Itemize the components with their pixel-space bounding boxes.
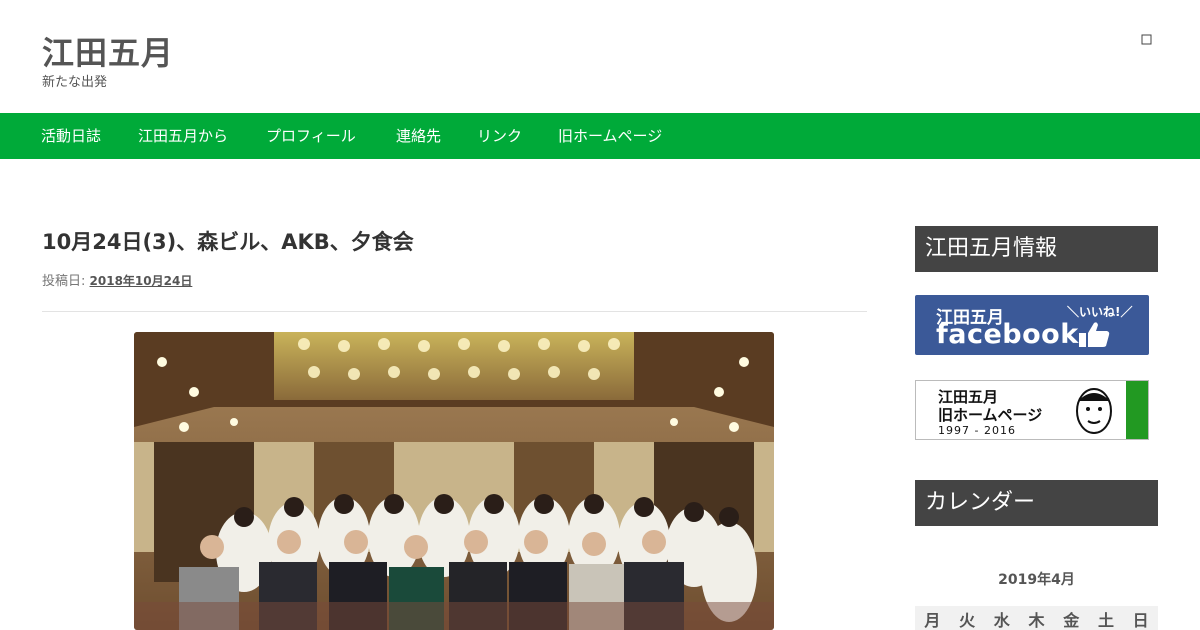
site-header: 江田五月 新たな出発 [0,0,1200,113]
weekday-fri: 金 [1063,611,1080,630]
nav-item-from-eda[interactable]: 江田五月から [138,113,228,159]
portrait-caricature-icon [1076,388,1112,434]
old-banner-years: 1997 - 2016 [938,424,1016,437]
weekday-mon: 月 [924,611,941,630]
site-description: 新たな出発 [42,75,108,90]
nav-item-activity-log[interactable]: 活動日誌 [41,113,101,159]
nav-item-old-homepage[interactable]: 旧ホームページ [558,113,662,159]
divider [42,311,867,312]
old-banner-accent [1126,381,1148,439]
nav-item-profile[interactable]: プロフィール [266,113,356,159]
main-nav: 活動日誌 江田五月から プロフィール 連絡先 リンク 旧ホームページ [0,113,1200,159]
weekday-thu: 木 [1028,611,1045,630]
facebook-banner-wordmark: facebook [936,319,1079,350]
widget-title-calendar: カレンダー [915,480,1158,526]
facebook-banner[interactable]: 江田五月 facebook ＼いいね!／ [915,295,1149,355]
old-banner-label: 旧ホームページ [938,406,1043,424]
nav-item-contact[interactable]: 連絡先 [396,113,441,159]
old-homepage-banner[interactable]: 江田五月 旧ホームページ 1997 - 2016 [915,380,1149,440]
calendar-weekday-header: 月 火 水 木 金 土 日 [915,606,1158,630]
facebook-banner-like-tag: ＼いいね!／ [1067,305,1133,319]
post-photo[interactable] [134,332,774,630]
thumbs-up-icon [1079,322,1110,347]
search-icon[interactable] [1140,34,1154,48]
weekday-tue: 火 [959,611,976,630]
weekday-wed: 水 [993,611,1010,630]
post-meta-label: 投稿日: [42,274,86,289]
post-meta: 投稿日: 2018年10月24日 [42,270,192,289]
post-title: 10月24日(3)、森ビル、AKB、夕食会 [42,230,414,254]
nav-item-links[interactable]: リンク [477,113,522,159]
weekday-sun: 日 [1132,611,1149,630]
calendar-caption: 2019年4月 [998,572,1075,588]
widget-title-info: 江田五月情報 [915,226,1158,272]
site-title[interactable]: 江田五月 [42,28,174,74]
weekday-sat: 土 [1097,611,1114,630]
post-date-link[interactable]: 2018年10月24日 [90,274,193,288]
